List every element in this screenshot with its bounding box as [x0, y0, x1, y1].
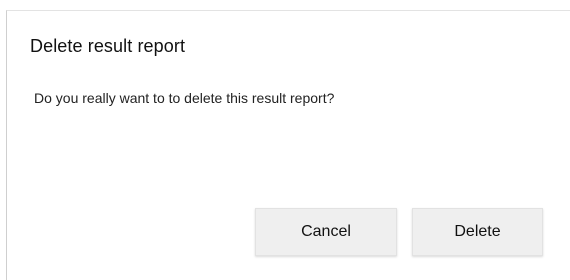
cancel-button[interactable]: Cancel — [255, 208, 397, 256]
delete-report-dialog: Delete result report Do you really want … — [6, 10, 570, 280]
dialog-message: Do you really want to to delete this res… — [34, 90, 335, 106]
delete-button[interactable]: Delete — [412, 208, 543, 256]
dialog-title: Delete result report — [30, 36, 186, 56]
